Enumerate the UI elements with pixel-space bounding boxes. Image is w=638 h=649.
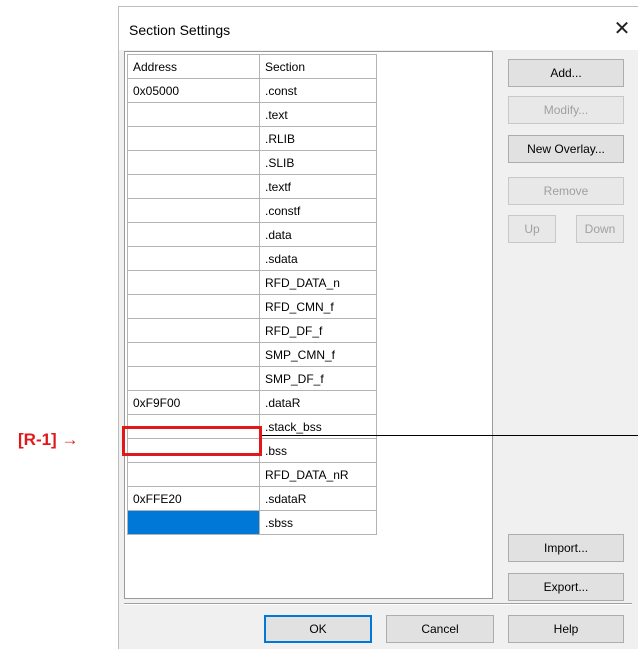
table-row[interactable]: SMP_DF_f xyxy=(127,366,377,391)
table-row[interactable]: RFD_DATA_nR xyxy=(127,462,377,487)
section-cell[interactable]: .sdataR xyxy=(259,486,377,511)
separator xyxy=(124,603,632,605)
table-header-row: Address Section xyxy=(127,54,377,79)
section-cell[interactable]: RFD_DATA_n xyxy=(259,270,377,295)
address-cell[interactable] xyxy=(127,366,260,391)
up-button[interactable]: Up xyxy=(508,215,556,243)
table-row[interactable]: .sdata xyxy=(127,246,377,271)
table-row[interactable]: .textf xyxy=(127,174,377,199)
column-header-address[interactable]: Address xyxy=(127,54,260,79)
cancel-button[interactable]: Cancel xyxy=(386,615,494,643)
annotation-label: [R-1] → xyxy=(18,430,79,449)
section-cell[interactable]: .text xyxy=(259,102,377,127)
new-overlay-button[interactable]: New Overlay... xyxy=(508,135,624,163)
remove-button[interactable]: Remove xyxy=(508,177,624,205)
section-cell[interactable]: SMP_CMN_f xyxy=(259,342,377,367)
dialog-title: Section Settings xyxy=(129,22,231,38)
table-row[interactable]: SMP_CMN_f xyxy=(127,342,377,367)
section-cell[interactable]: .SLIB xyxy=(259,150,377,175)
address-cell[interactable] xyxy=(127,150,260,175)
address-cell[interactable] xyxy=(127,294,260,319)
section-table: Address Section 0x05000 .const .text .RLIB.… xyxy=(127,54,377,535)
address-cell[interactable] xyxy=(127,222,260,247)
ok-button[interactable]: OK xyxy=(264,615,372,643)
section-cell[interactable]: .data xyxy=(259,222,377,247)
section-list[interactable]: Address Section 0x05000 .const .text .RLIB.… xyxy=(124,51,493,599)
modify-button[interactable]: Modify... xyxy=(508,96,624,124)
table-row[interactable]: .text xyxy=(127,102,377,127)
section-settings-dialog: Section Settings ✕ Address Section 0x050… xyxy=(118,6,638,649)
address-cell[interactable] xyxy=(127,174,260,199)
section-cell[interactable]: RFD_DF_f xyxy=(259,318,377,343)
address-cell[interactable] xyxy=(127,462,260,487)
section-cell[interactable]: .sbss xyxy=(259,510,377,535)
address-cell[interactable]: 0x05000 xyxy=(127,78,260,103)
table-row[interactable]: RFD_DATA_n xyxy=(127,270,377,295)
section-cell[interactable]: .dataR xyxy=(259,390,377,415)
address-cell[interactable] xyxy=(127,342,260,367)
address-cell[interactable]: 0xF9F00 xyxy=(127,390,260,415)
export-button[interactable]: Export... xyxy=(508,573,624,601)
table-row[interactable]: RFD_CMN_f xyxy=(127,294,377,319)
down-button[interactable]: Down xyxy=(576,215,624,243)
address-cell[interactable] xyxy=(127,318,260,343)
table-row[interactable]: RFD_DF_f xyxy=(127,318,377,343)
table-row[interactable]: 0xF9F00 .dataR xyxy=(127,390,377,415)
address-cell[interactable] xyxy=(127,102,260,127)
import-button[interactable]: Import... xyxy=(508,534,624,562)
section-cell[interactable]: .constf xyxy=(259,198,377,223)
address-cell[interactable]: 0xFFE20 xyxy=(127,486,260,511)
address-cell[interactable] xyxy=(127,126,260,151)
table-row[interactable]: .constf xyxy=(127,198,377,223)
address-cell[interactable] xyxy=(127,198,260,223)
help-button[interactable]: Help xyxy=(508,615,624,643)
pointer-line xyxy=(262,435,638,436)
add-button[interactable]: Add... xyxy=(508,59,624,87)
section-cell[interactable]: .bss xyxy=(259,438,377,463)
address-cell[interactable] xyxy=(127,510,260,535)
address-highlight-box xyxy=(122,426,262,456)
table-row[interactable]: .SLIB xyxy=(127,150,377,175)
table-row[interactable]: 0x05000 .const xyxy=(127,78,377,103)
section-cell[interactable]: .const xyxy=(259,78,377,103)
address-cell[interactable] xyxy=(127,246,260,271)
table-row[interactable]: 0xFFE20 .sdataR xyxy=(127,486,377,511)
title-bar: Section Settings ✕ xyxy=(119,7,638,50)
table-row[interactable]: .sbss xyxy=(127,510,377,535)
section-cell[interactable]: .RLIB xyxy=(259,126,377,151)
close-icon[interactable]: ✕ xyxy=(609,16,635,42)
section-cell[interactable]: .sdata xyxy=(259,246,377,271)
section-cell[interactable]: .textf xyxy=(259,174,377,199)
section-cell[interactable]: RFD_CMN_f xyxy=(259,294,377,319)
section-cell[interactable]: SMP_DF_f xyxy=(259,366,377,391)
address-cell[interactable] xyxy=(127,270,260,295)
column-header-section[interactable]: Section xyxy=(259,54,377,79)
table-row[interactable]: .RLIB xyxy=(127,126,377,151)
table-row[interactable]: .data xyxy=(127,222,377,247)
section-cell[interactable]: RFD_DATA_nR xyxy=(259,462,377,487)
